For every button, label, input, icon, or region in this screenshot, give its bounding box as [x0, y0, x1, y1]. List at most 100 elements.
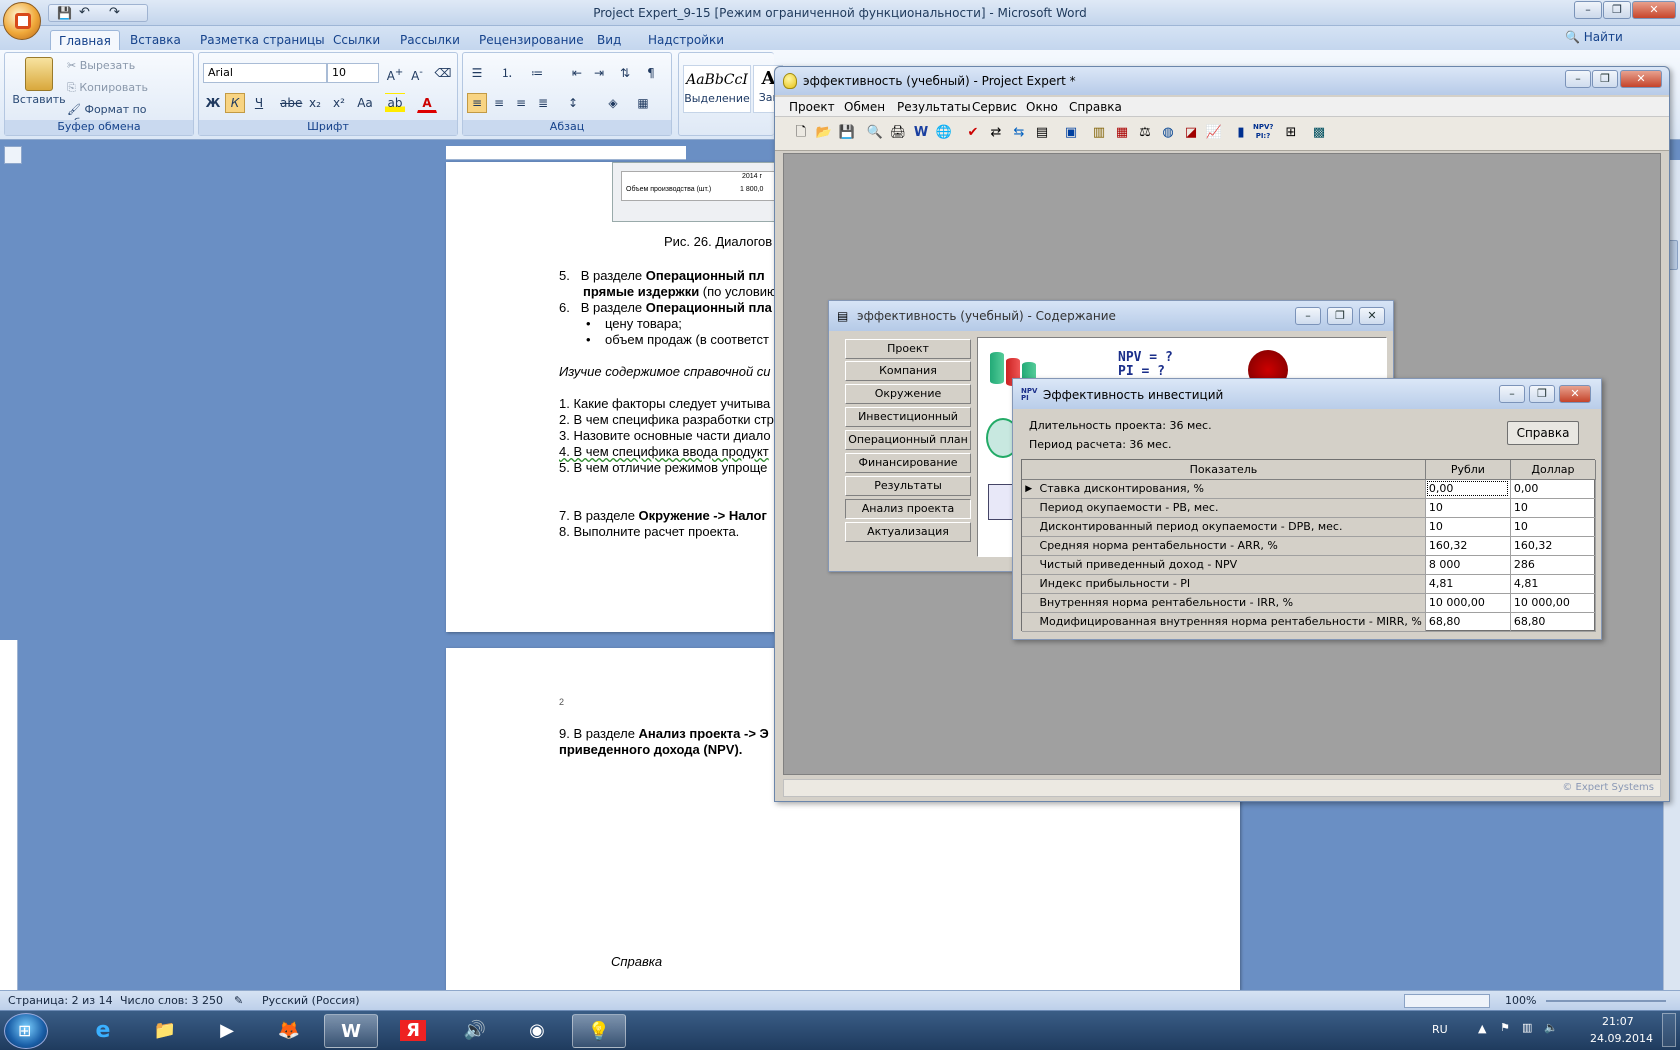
table-icon[interactable]: ▦ [1112, 123, 1132, 143]
grow-font-icon[interactable]: A+ [385, 63, 405, 83]
underline-button[interactable]: Ч [249, 93, 269, 113]
tab-mailings[interactable]: Рассылки [392, 30, 468, 50]
paste-button[interactable]: Вставить [11, 55, 67, 117]
cell-usd[interactable]: 4,81 [1510, 574, 1597, 594]
nav-project-analysis[interactable]: Анализ проекта [845, 499, 971, 519]
new-file-icon[interactable]: 🗋 [791, 123, 811, 143]
justify-icon[interactable]: ≣ [533, 93, 553, 113]
sensitivity-icon[interactable]: ◪ [1181, 123, 1201, 143]
strikethrough-button[interactable]: abe [279, 93, 303, 113]
scales-icon[interactable]: ⚖ [1135, 123, 1155, 143]
table-row[interactable]: Модифицированная внутренняя норма рентаб… [1022, 612, 1597, 632]
pilcrow-icon[interactable]: ¶ [641, 63, 661, 83]
list-icon[interactable]: ▤ [1032, 123, 1052, 143]
taskbar-audio-icon[interactable]: 🔊 [448, 1014, 502, 1048]
cell-rub[interactable]: 160,32 [1425, 536, 1511, 556]
chart-icon[interactable]: 📈 [1204, 123, 1224, 143]
pe-close-button[interactable]: ✕ [1620, 70, 1662, 88]
start-button[interactable]: ⊞ [4, 1013, 48, 1049]
minimize-button[interactable]: – [1574, 1, 1602, 19]
report-icon[interactable]: ▣ [1061, 123, 1081, 143]
clock-date[interactable]: 24.09.2014 [1590, 1032, 1653, 1045]
compare-icon[interactable]: ⇄ [986, 123, 1006, 143]
table-row[interactable]: Период окупаемости - PB, мес. 10 10 [1022, 498, 1597, 518]
bold-button[interactable]: Ж [203, 93, 223, 113]
copy-button[interactable]: ⎘ Копировать [67, 81, 148, 95]
taskbar-explorer-icon[interactable]: 📁 [138, 1014, 192, 1048]
help-button[interactable]: Справка [1507, 421, 1579, 445]
cell-rub[interactable]: 4,81 [1425, 574, 1511, 594]
increase-indent-icon[interactable]: ⇥ [589, 63, 609, 83]
language-indicator[interactable]: RU [1432, 1023, 1448, 1036]
cell-usd[interactable]: 10 [1510, 517, 1597, 537]
contents-maximize-button[interactable]: ❐ [1327, 307, 1353, 325]
cell-usd[interactable]: 160,32 [1510, 536, 1597, 556]
db-icon[interactable]: ▩ [1309, 123, 1329, 143]
font-name-select[interactable]: Arial [203, 63, 327, 83]
tab-selector[interactable] [4, 146, 22, 164]
contents-close-button[interactable]: ✕ [1359, 307, 1385, 325]
cell-rub[interactable]: 68,80 [1425, 612, 1511, 632]
menu-help[interactable]: Справка [1069, 100, 1122, 114]
print-icon[interactable]: 🖨 [888, 123, 908, 143]
tray-network-icon[interactable]: ▥ [1522, 1021, 1532, 1034]
cell-usd[interactable]: 10 000,00 [1510, 593, 1597, 613]
table-row[interactable]: Чистый приведенный доход - NPV 8 000 286 [1022, 555, 1597, 575]
vertical-ruler[interactable] [0, 640, 18, 1000]
cell-usd[interactable]: 68,80 [1510, 612, 1597, 632]
cell-rub[interactable]: 10 000,00 [1425, 593, 1511, 613]
tab-page-layout[interactable]: Разметка страницы [192, 30, 333, 50]
align-left-icon[interactable]: ≡ [467, 93, 487, 113]
show-desktop-button[interactable] [1662, 1013, 1676, 1047]
tab-home[interactable]: Главная [50, 30, 120, 50]
change-case-button[interactable]: Aa [353, 93, 377, 113]
contents-minimize-button[interactable]: – [1295, 307, 1321, 325]
cell-rub[interactable]: 8 000 [1425, 555, 1511, 575]
line-spacing-icon[interactable]: ↕ [563, 93, 583, 113]
tray-show-hidden-icon[interactable]: ▲ [1478, 1022, 1486, 1035]
save-icon[interactable]: 💾 [57, 6, 72, 20]
cell-rub[interactable]: 0,00 [1425, 479, 1511, 499]
nav-operational-plan[interactable]: Операционный план [845, 430, 971, 450]
menu-service[interactable]: Сервис [972, 100, 1017, 114]
tab-view[interactable]: Вид [589, 30, 629, 50]
pe-minimize-button[interactable]: – [1565, 70, 1591, 88]
menu-window[interactable]: Окно [1026, 100, 1058, 114]
clear-format-icon[interactable]: ⌫ [433, 63, 453, 83]
close-button[interactable]: ✕ [1632, 1, 1676, 19]
cell-usd[interactable]: 10 [1510, 498, 1597, 518]
taskbar-media-player-icon[interactable]: ▶ [200, 1014, 254, 1048]
bullets-icon[interactable]: ☰ [467, 63, 487, 83]
office-button[interactable] [3, 2, 41, 40]
nav-financing[interactable]: Финансирование [845, 453, 971, 473]
view-buttons[interactable] [1404, 994, 1490, 1008]
analysis-icon[interactable]: ◍ [1158, 123, 1178, 143]
sort-icon[interactable]: ⇅ [615, 63, 635, 83]
tab-review[interactable]: Рецензирование [471, 30, 592, 50]
pe-maximize-button[interactable]: ❐ [1592, 70, 1618, 88]
nav-company[interactable]: Компания [845, 361, 971, 381]
cell-usd[interactable]: 0,00 [1510, 479, 1597, 499]
word-export-icon[interactable]: W [911, 123, 931, 143]
redo-icon[interactable]: ↷ [109, 5, 120, 20]
npv-pi-icon[interactable]: NPV? PI:? [1253, 123, 1273, 143]
quick-access-toolbar[interactable]: 💾 ↶ ↷ [48, 4, 148, 22]
table-row[interactable]: Внутренняя норма рентабельности - IRR, %… [1022, 593, 1597, 613]
table-row[interactable]: Средняя норма рентабельности - ARR, % 16… [1022, 536, 1597, 556]
cut-button[interactable]: ✂ Вырезать [67, 59, 135, 72]
efficiency-close-button[interactable]: ✕ [1559, 385, 1591, 403]
shrink-font-icon[interactable]: A- [407, 63, 427, 83]
taskbar-word-icon[interactable]: W [324, 1014, 378, 1048]
italic-button[interactable]: К [225, 93, 245, 113]
nav-actualization[interactable]: Актуализация [845, 522, 971, 542]
efficiency-maximize-button[interactable]: ❐ [1529, 385, 1555, 403]
taskbar-firefox-icon[interactable]: 🦊 [262, 1014, 316, 1048]
nav-project[interactable]: Проект [845, 339, 971, 359]
save-icon[interactable]: 💾 [837, 123, 857, 143]
menu-exchange[interactable]: Обмен [844, 100, 885, 114]
bar-chart-icon[interactable]: ▮ [1231, 123, 1251, 143]
align-right-icon[interactable]: ≡ [511, 93, 531, 113]
cell-usd[interactable]: 286 [1510, 555, 1597, 575]
subscript-button[interactable]: x₂ [305, 93, 325, 113]
shading-icon[interactable]: ◈ [603, 93, 623, 113]
